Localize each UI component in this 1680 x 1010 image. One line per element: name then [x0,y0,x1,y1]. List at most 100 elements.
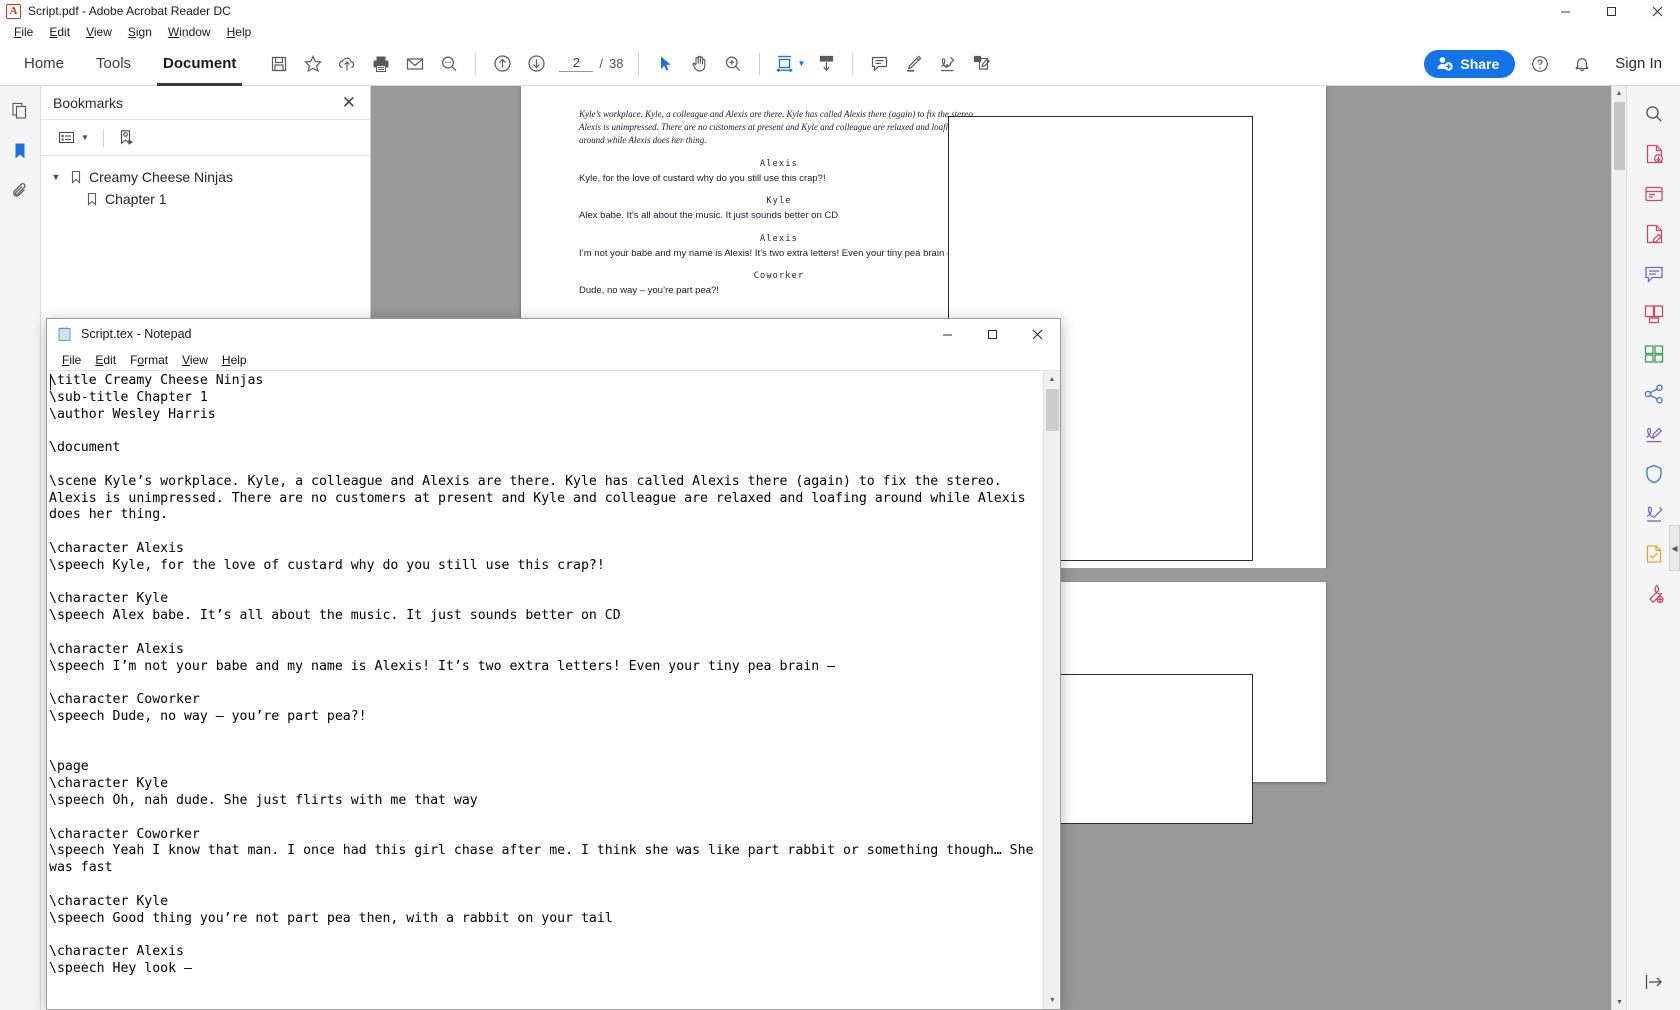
notepad-menu-bar: File Edit Format View Help [47,349,1060,370]
chevron-down-icon[interactable]: ▼ [81,133,89,142]
combine-files-icon[interactable] [1636,296,1672,332]
pdf-character-name: Alexis [760,233,798,244]
organize-pages-icon[interactable] [1636,336,1672,372]
total-pages-label: 38 [609,56,624,71]
acrobat-title-bar: A Script.pdf - Adobe Acrobat Reader DC [0,0,1680,22]
fill-and-sign-icon[interactable] [964,47,998,81]
menu-view[interactable]: View [78,23,120,41]
pdf-speech-line: Kyle, for the love of custard why do you… [579,173,826,185]
toolbar-divider [475,52,477,75]
notepad-vertical-scrollbar[interactable]: ▲ ▼ [1043,371,1060,1009]
email-icon[interactable] [398,47,432,81]
menu-edit[interactable]: Edit [41,23,78,41]
bookmark-item-creamy-cheese-ninjas[interactable]: ▼ Creamy Cheese Ninjas [41,166,370,188]
bookmark-item-label: Chapter 1 [105,191,167,207]
attachments-icon[interactable] [5,176,35,206]
bookmarks-panel-toolbar: ▼ [41,120,370,156]
zoom-in-icon[interactable] [716,47,750,81]
comment-icon[interactable] [1636,256,1672,292]
notification-bell-icon[interactable] [1565,47,1599,81]
notepad-scrollbar-thumb[interactable] [1046,389,1059,431]
help-circle-icon[interactable] [1523,47,1557,81]
chevron-down-icon[interactable]: ▼ [49,172,63,182]
toolbar-divider-2 [638,52,640,75]
notepad-menu-view[interactable]: View [175,351,215,369]
notepad-close-button[interactable] [1015,319,1060,349]
notepad-menu-file[interactable]: File [55,351,88,369]
protect-icon[interactable] [1636,456,1672,492]
page-fit-dropdown-caret[interactable]: ▼ [797,59,805,68]
bookmark-item-chapter-1[interactable]: Chapter 1 [41,188,370,210]
add-to-favorites-icon[interactable] [296,47,330,81]
tab-tools[interactable]: Tools [80,42,147,86]
hand-pan-icon[interactable] [682,47,716,81]
print-icon[interactable] [364,47,398,81]
expand-panel-icon[interactable] [1636,964,1672,1000]
text-caret [50,375,51,390]
notepad-scroll-down-arrow[interactable]: ▼ [1044,992,1060,1009]
acrobat-maximize-button[interactable] [1588,0,1634,22]
pdf-character-name: Alexis [760,159,798,170]
signature-icon[interactable] [930,47,964,81]
menu-file[interactable]: FFileile [6,23,41,41]
save-icon[interactable] [262,47,296,81]
close-icon[interactable]: ✕ [338,92,360,113]
find-text-icon[interactable] [432,47,466,81]
new-bookmark-icon[interactable] [114,126,140,150]
notepad-window-controls [925,319,1060,349]
scroll-down-arrow[interactable]: ▼ [1612,995,1626,1010]
current-page-input[interactable] [559,55,594,72]
scrollbar-thumb[interactable] [1614,102,1625,170]
acrobat-window-controls [1542,0,1680,22]
create-pdf-icon[interactable] [1636,176,1672,212]
page-fit-icon[interactable] [769,47,799,81]
chevron-left-icon[interactable]: ◀ [1669,525,1680,571]
bookmark-options-list-icon[interactable] [53,126,79,150]
menu-help[interactable]: Help [219,23,260,41]
notepad-menu-help[interactable]: Help [215,351,254,369]
search-tools-icon[interactable] [1636,96,1672,132]
fill-and-sign-icon[interactable] [1636,416,1672,452]
acrobat-minimize-button[interactable] [1542,0,1588,22]
tab-home[interactable]: Home [8,42,80,86]
tab-document[interactable]: Document [147,42,252,86]
notepad-menu-edit[interactable]: Edit [88,351,123,369]
bookmarks-icon[interactable] [5,136,35,166]
document-vertical-scrollbar[interactable]: ▲ ▼ [1611,86,1626,1010]
add-comment-icon[interactable] [862,47,896,81]
notepad-maximize-button[interactable] [970,319,1015,349]
export-pdf-icon[interactable] [1636,136,1672,172]
pdf-speech-line: I’m not your babe and my name is Alexis!… [579,247,953,259]
notepad-minimize-button[interactable] [925,319,970,349]
acrobat-close-button[interactable] [1634,0,1680,22]
page-thumbnails-icon[interactable] [5,96,35,126]
sign-in-button[interactable]: Sign In [1607,55,1670,72]
upload-cloud-icon[interactable] [330,47,364,81]
bookmarks-panel-title: Bookmarks [53,94,124,111]
certificates-icon[interactable] [1636,496,1672,532]
menu-window[interactable]: Window [160,23,219,41]
edit-pdf-icon[interactable] [1636,216,1672,252]
pdf-scene-direction: Kyle’s workplace. Kyle, a colleague and … [579,109,976,146]
scroll-up-arrow[interactable]: ▲ [1612,86,1626,101]
acrobat-app-icon: A [6,3,21,19]
menu-sign[interactable]: Sign [120,23,160,41]
select-cursor-icon[interactable] [648,47,682,81]
bookmark-icon [71,170,81,184]
pdf-character-name: Kyle [766,196,792,207]
pdf-speech-line: Dude, no way – you’re part pea?! [579,284,719,296]
previous-page-icon[interactable] [485,47,519,81]
notepad-text-editor[interactable]: \title Creamy Cheese Ninjas \sub-title C… [47,371,1043,1009]
next-page-icon[interactable] [519,47,553,81]
share-button[interactable]: Share [1424,49,1516,78]
scroll-mode-icon[interactable] [809,47,843,81]
notepad-title-bar[interactable]: Script.tex - Notepad [47,319,1060,349]
bookmark-icon [87,192,97,206]
notepad-menu-format[interactable]: Format [123,351,175,369]
highlighter-icon[interactable] [896,47,930,81]
share-file-icon[interactable] [1636,376,1672,412]
more-tools-icon[interactable] [1636,576,1672,612]
notepad-scroll-up-arrow[interactable]: ▲ [1044,371,1060,388]
pdf-speech-line: Alex babe. It’s all about the music. It … [579,210,839,222]
send-for-signature-icon[interactable] [1636,536,1672,572]
